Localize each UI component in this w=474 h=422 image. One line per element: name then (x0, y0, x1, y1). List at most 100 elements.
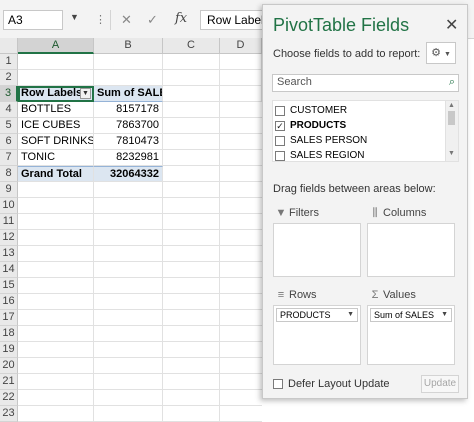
chevron-down-icon[interactable]: ▼ (441, 309, 448, 321)
tools-button[interactable]: ⚙ ▼ (426, 42, 456, 64)
pivot-row-value[interactable]: 8232981 (94, 150, 163, 166)
pane-title: PivotTable Fields (273, 15, 410, 35)
cell[interactable] (94, 54, 163, 70)
filters-drop-zone[interactable] (273, 223, 361, 277)
row-header[interactable]: 19 (0, 342, 18, 358)
row-header[interactable]: 12 (0, 230, 18, 246)
column-header-a[interactable]: A (18, 38, 94, 54)
pivot-row-labels-header[interactable]: Row Labels ▼ (18, 86, 94, 102)
scroll-down-icon[interactable]: ▼ (448, 150, 455, 157)
field-checkbox[interactable] (275, 106, 285, 116)
row-header[interactable]: 6 (0, 134, 18, 150)
row-header[interactable]: 7 (0, 150, 18, 166)
values-field-label: Sum of SALES (374, 310, 435, 320)
columns-area: ⫼ Columns (367, 207, 455, 277)
field-item-products[interactable]: ✓ PRODUCTS (275, 119, 440, 134)
row-header[interactable]: 14 (0, 262, 18, 278)
pivot-row-value[interactable]: 8157178 (94, 102, 163, 118)
field-checkbox-checked[interactable]: ✓ (275, 121, 285, 131)
row-header[interactable]: 10 (0, 198, 18, 214)
field-item-sales-region[interactable]: SALES REGION (275, 149, 440, 161)
values-field-pill[interactable]: Sum of SALES ▼ (370, 308, 452, 322)
row-header[interactable]: 2 (0, 70, 18, 86)
cell[interactable] (220, 86, 262, 102)
row-header[interactable]: 15 (0, 278, 18, 294)
row-header[interactable]: 4 (0, 102, 18, 118)
defer-checkbox[interactable] (273, 379, 283, 389)
row-header[interactable]: 13 (0, 246, 18, 262)
row-header[interactable]: 5 (0, 118, 18, 134)
rows-icon: ≡ (277, 289, 285, 301)
pivot-row-value[interactable]: 7810473 (94, 134, 163, 150)
gear-icon: ⚙ (431, 47, 441, 59)
search-input[interactable]: Search ⌕ (272, 74, 459, 92)
row-header[interactable]: 18 (0, 326, 18, 342)
values-drop-zone[interactable]: Sum of SALES ▼ (367, 305, 455, 365)
rows-field-pill[interactable]: PRODUCTS ▼ (276, 308, 358, 322)
row-header[interactable]: 11 (0, 214, 18, 230)
field-item-customer[interactable]: CUSTOMER (275, 104, 440, 119)
defer-layout-update[interactable]: Defer Layout Update (273, 377, 423, 393)
field-item-sales-person[interactable]: SALES PERSON (275, 134, 440, 149)
row-header[interactable]: 23 (0, 406, 18, 422)
pivot-sum-sales-header[interactable]: Sum of SALES (94, 86, 163, 102)
row-header[interactable]: 21 (0, 374, 18, 390)
row-labels-filter-button[interactable]: ▼ (80, 88, 91, 99)
column-header-b[interactable]: B (94, 38, 163, 54)
update-button[interactable]: Update (421, 375, 459, 393)
cell[interactable] (163, 54, 220, 70)
confirm-entry-icon[interactable]: ✓ (147, 12, 158, 28)
column-header-c[interactable]: C (163, 38, 220, 54)
values-label: Values (383, 289, 416, 301)
row-header[interactable]: 17 (0, 310, 18, 326)
cell[interactable] (220, 54, 262, 70)
cell[interactable] (163, 86, 220, 102)
more-options-icon[interactable]: ⋮ (95, 13, 107, 26)
name-box-dropdown-icon[interactable]: ▼ (70, 12, 79, 22)
cancel-entry-icon[interactable]: ✕ (121, 12, 132, 28)
filters-header: ▼ Filters (273, 207, 361, 223)
row-header[interactable]: 9 (0, 182, 18, 198)
filter-icon: ▼ (275, 207, 287, 219)
name-box[interactable]: A3 (3, 10, 63, 30)
row-header[interactable]: 16 (0, 294, 18, 310)
pivot-row-label[interactable]: BOTTLES (18, 102, 94, 118)
empty-cells-area[interactable] (18, 182, 262, 422)
columns-label: Columns (383, 207, 427, 219)
values-header: Σ Values (367, 289, 455, 305)
cell[interactable] (220, 70, 262, 86)
cell[interactable] (18, 70, 94, 86)
select-all-corner[interactable] (0, 38, 18, 54)
rows-header: ≡ Rows (273, 289, 361, 305)
field-checkbox[interactable] (275, 151, 285, 161)
field-checkbox[interactable] (275, 136, 285, 146)
columns-drop-zone[interactable] (367, 223, 455, 277)
row-header[interactable]: 20 (0, 358, 18, 374)
pivot-row-label[interactable]: TONIC (18, 150, 94, 166)
pivot-grand-total-label[interactable]: Grand Total (18, 166, 94, 182)
pivot-row-label[interactable]: SOFT DRINKS (18, 134, 94, 150)
cell[interactable] (18, 54, 94, 70)
field-label: PRODUCTS (290, 120, 347, 131)
empty-cells-area[interactable] (163, 102, 262, 182)
field-list-scrollbar[interactable]: ▲ ▼ (445, 101, 458, 161)
rows-drop-zone[interactable]: PRODUCTS ▼ (273, 305, 361, 365)
pivot-row-value[interactable]: 7863700 (94, 118, 163, 134)
pivot-row-label[interactable]: ICE CUBES (18, 118, 94, 134)
cell[interactable] (163, 70, 220, 86)
cell[interactable] (94, 70, 163, 86)
row-header[interactable]: 8 (0, 166, 18, 182)
insert-function-icon[interactable]: fx (175, 11, 187, 26)
chevron-down-icon[interactable]: ▼ (347, 309, 354, 321)
column-header-d[interactable]: D (220, 38, 262, 54)
search-icon[interactable]: ⌕ (449, 76, 455, 89)
rows-field-label: PRODUCTS (280, 310, 331, 320)
scroll-thumb[interactable] (448, 111, 455, 125)
pivot-grand-total-value[interactable]: 32064332 (94, 166, 163, 182)
row-header[interactable]: 3 (0, 86, 18, 102)
scroll-up-icon[interactable]: ▲ (448, 102, 455, 109)
row-header[interactable]: 22 (0, 390, 18, 406)
row-header[interactable]: 1 (0, 54, 18, 70)
chevron-down-icon: ▼ (444, 51, 451, 58)
close-icon[interactable]: ✕ (445, 15, 458, 35)
